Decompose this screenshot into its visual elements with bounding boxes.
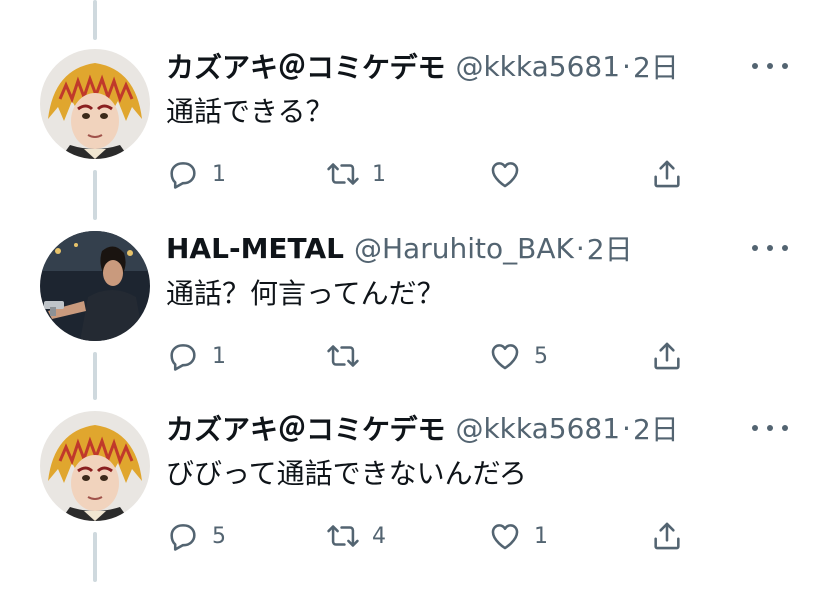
reply-count: 5 <box>212 523 226 549</box>
avatar[interactable] <box>40 49 150 159</box>
tweet[interactable]: HAL-METAL @Haruhito_BAK · 2日 通話？何言ってんだ？ … <box>0 228 828 408</box>
like-count: 5 <box>534 343 548 369</box>
display-name[interactable]: カズアキ＠コミケデモ <box>166 46 445 86</box>
reply-icon <box>166 339 200 373</box>
retweet-icon <box>326 157 360 191</box>
user-handle[interactable]: @kkka5681 <box>455 412 620 445</box>
timestamp[interactable]: 2日 <box>633 46 679 86</box>
tweet-header: カズアキ＠コミケデモ @kkka5681 · 2日 <box>166 46 679 86</box>
tweet[interactable]: カズアキ＠コミケデモ @kkka5681 · 2日 通話できる？ 1 1 <box>0 46 828 226</box>
thread-line <box>93 0 97 40</box>
heart-icon <box>488 157 522 191</box>
separator: · <box>622 49 631 83</box>
user-handle[interactable]: @Haruhito_BAK <box>354 232 574 265</box>
tweet-actions: 5 4 1 <box>166 516 706 556</box>
tweet-actions: 1 5 <box>166 336 706 376</box>
retweet-count: 1 <box>372 161 386 187</box>
reply-icon <box>166 157 200 191</box>
tweet[interactable]: カズアキ＠コミケデモ @kkka5681 · 2日 びびって通話できないんだろ … <box>0 408 828 588</box>
tweet-text: びびって通話できないんだろ <box>166 457 527 490</box>
retweet-count: 4 <box>372 523 386 549</box>
share-icon <box>650 519 684 553</box>
display-name[interactable]: HAL-METAL <box>166 232 344 265</box>
reply-button[interactable]: 1 <box>166 154 226 194</box>
retweet-icon <box>326 519 360 553</box>
share-button[interactable] <box>650 336 684 376</box>
like-count: 1 <box>534 523 548 549</box>
heart-icon <box>488 339 522 373</box>
reply-button[interactable]: 1 <box>166 336 226 376</box>
reply-button[interactable]: 5 <box>166 516 226 556</box>
more-icon[interactable] <box>752 54 788 78</box>
like-button[interactable] <box>488 154 544 194</box>
like-button[interactable]: 1 <box>488 516 548 556</box>
like-button[interactable]: 5 <box>488 336 548 376</box>
timestamp[interactable]: 2日 <box>587 228 633 268</box>
separator: · <box>575 231 585 265</box>
tweet-actions: 1 1 <box>166 154 706 194</box>
timestamp[interactable]: 2日 <box>633 408 679 448</box>
more-icon[interactable] <box>752 416 788 440</box>
share-icon <box>650 339 684 373</box>
conversation-thread: カズアキ＠コミケデモ @kkka5681 · 2日 通話できる？ 1 1 HAL… <box>0 0 828 593</box>
more-icon[interactable] <box>752 236 788 260</box>
tweet-text: 通話？何言ってんだ？ <box>166 277 445 310</box>
tweet-text: 通話できる？ <box>166 95 334 128</box>
retweet-button[interactable]: 4 <box>326 516 386 556</box>
share-icon <box>650 157 684 191</box>
heart-icon <box>488 519 522 553</box>
user-handle[interactable]: @kkka5681 <box>455 50 620 83</box>
tweet-header: HAL-METAL @Haruhito_BAK · 2日 <box>166 228 633 268</box>
reply-count: 1 <box>212 161 226 187</box>
separator: · <box>622 411 631 445</box>
share-button[interactable] <box>650 154 684 194</box>
retweet-icon <box>326 339 360 373</box>
retweet-button[interactable] <box>326 336 382 376</box>
avatar[interactable] <box>40 411 150 521</box>
display-name[interactable]: カズアキ＠コミケデモ <box>166 408 445 448</box>
reply-icon <box>166 519 200 553</box>
reply-count: 1 <box>212 343 226 369</box>
avatar[interactable] <box>40 231 150 341</box>
tweet-header: カズアキ＠コミケデモ @kkka5681 · 2日 <box>166 408 679 448</box>
share-button[interactable] <box>650 516 684 556</box>
retweet-button[interactable]: 1 <box>326 154 386 194</box>
